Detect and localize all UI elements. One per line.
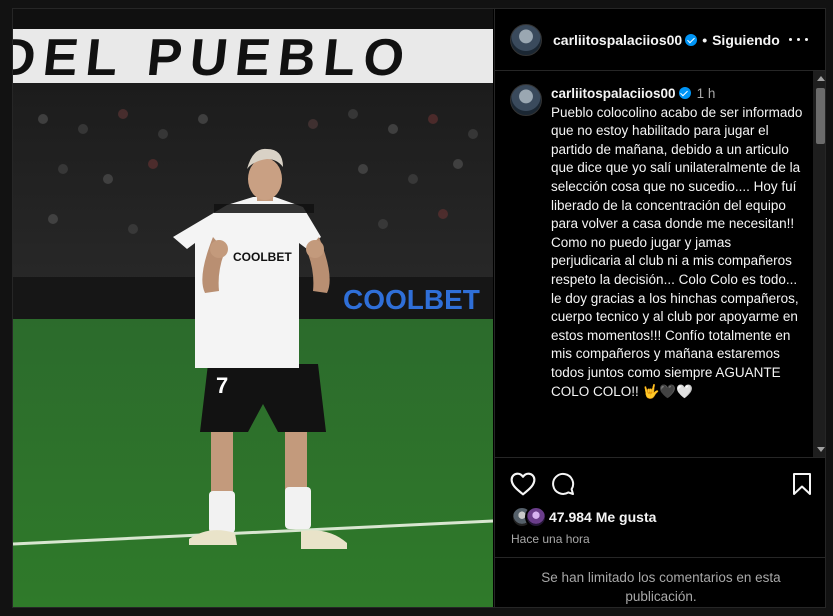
- scrollbar-thumb[interactable]: [816, 88, 825, 144]
- caption-timestamp[interactable]: 1 h: [697, 86, 716, 101]
- verified-icon: [685, 34, 698, 46]
- instagram-post-modal: DEL PUEBLO COOLBET 7 COOLBET carliitospa…: [12, 8, 826, 608]
- shirt-sponsor: COOLBET: [233, 250, 292, 264]
- caption-text: Pueblo colocolino acabo de ser informado…: [551, 104, 803, 399]
- likes-count[interactable]: 47.984 Me gusta: [549, 509, 656, 525]
- caption-author-avatar[interactable]: [510, 84, 542, 116]
- ad-board-text: COOLBET: [343, 284, 480, 315]
- separator-dot: •: [702, 32, 708, 48]
- comments-scrollbar[interactable]: [813, 71, 825, 457]
- scroll-down-arrow-icon[interactable]: [817, 447, 825, 452]
- comments-limited-notice: Se han limitado los comentarios en esta …: [495, 557, 825, 607]
- post-image[interactable]: DEL PUEBLO COOLBET 7 COOLBET: [13, 9, 493, 607]
- liker-avatar[interactable]: [525, 506, 547, 528]
- comments-section[interactable]: carliitospalaciios00 1 h Pueblo colocolin…: [495, 71, 825, 457]
- verified-icon: [678, 87, 691, 99]
- author-username[interactable]: carliitospalaciios00: [553, 32, 682, 48]
- post-time-ago[interactable]: Hace una hora: [511, 532, 590, 546]
- like-heart-icon[interactable]: [510, 472, 536, 496]
- caption: carliitospalaciios00 1 h Pueblo colocolin…: [551, 85, 803, 401]
- shorts-number: 7: [216, 373, 228, 398]
- post-photo-illustration: DEL PUEBLO COOLBET 7 COOLBET: [13, 9, 493, 607]
- author-avatar[interactable]: [510, 24, 542, 56]
- following-button[interactable]: Siguiendo: [712, 32, 780, 48]
- save-bookmark-icon[interactable]: [791, 472, 813, 496]
- banner-text: DEL PUEBLO: [13, 29, 415, 87]
- header-row: carliitospalaciios00 • Siguiendo: [553, 32, 780, 48]
- scroll-up-arrow-icon[interactable]: [817, 76, 825, 81]
- post-header: carliitospalaciios00 • Siguiendo: [495, 9, 825, 71]
- caption-username[interactable]: carliitospalaciios00: [551, 86, 676, 101]
- comment-icon[interactable]: [551, 472, 575, 496]
- more-options-icon[interactable]: [789, 31, 809, 47]
- post-side-panel: carliitospalaciios00 • Siguiendo carliitos…: [494, 9, 825, 607]
